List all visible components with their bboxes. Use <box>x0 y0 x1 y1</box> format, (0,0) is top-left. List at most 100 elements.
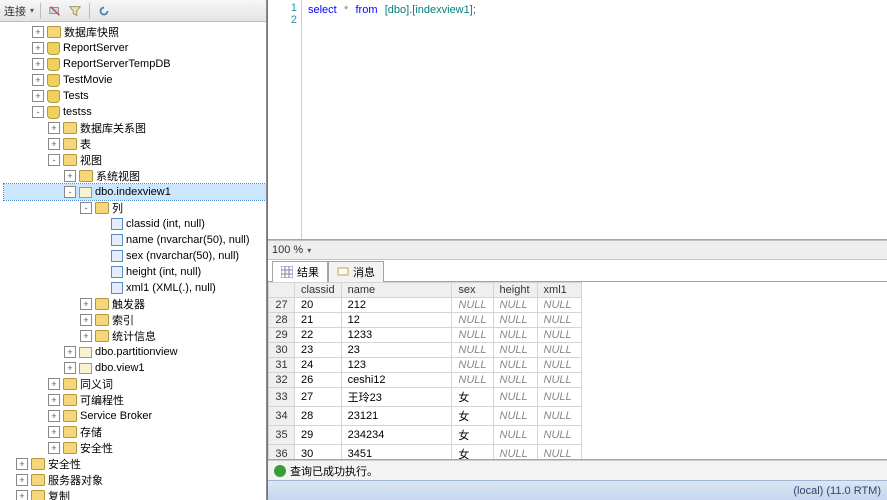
expand-icon[interactable]: + <box>48 442 60 454</box>
cell[interactable]: 3451 <box>341 445 452 461</box>
expand-icon[interactable]: + <box>32 58 44 70</box>
tree-node[interactable]: xml1 (XML(.), null) <box>4 280 266 296</box>
cell[interactable]: NULL <box>452 328 493 343</box>
refresh-icon[interactable] <box>96 3 112 19</box>
expand-icon[interactable]: + <box>48 426 60 438</box>
cell[interactable]: 20 <box>295 298 342 313</box>
cell[interactable]: 234234 <box>341 426 452 445</box>
expand-icon[interactable]: + <box>48 410 60 422</box>
expand-icon[interactable]: + <box>64 170 76 182</box>
cell[interactable]: 29 <box>295 426 342 445</box>
tree-node[interactable]: +表 <box>4 136 266 152</box>
cell[interactable]: 女 <box>452 426 493 445</box>
column-header[interactable]: height <box>493 283 537 298</box>
cell[interactable]: NULL <box>493 358 537 373</box>
expand-icon[interactable]: + <box>48 378 60 390</box>
cell[interactable]: NULL <box>537 426 581 445</box>
cell[interactable]: 22 <box>295 328 342 343</box>
cell[interactable]: NULL <box>493 388 537 407</box>
column-header[interactable]: xml1 <box>537 283 581 298</box>
expand-icon[interactable]: + <box>64 362 76 374</box>
cell[interactable]: 女 <box>452 388 493 407</box>
table-row[interactable]: 29221233NULLNULLNULL <box>269 328 582 343</box>
cell[interactable]: NULL <box>537 358 581 373</box>
table-row[interactable]: 282112NULLNULLNULL <box>269 313 582 328</box>
expand-icon[interactable]: + <box>80 330 92 342</box>
row-header[interactable]: 28 <box>269 313 295 328</box>
collapse-icon[interactable]: - <box>64 186 76 198</box>
cell[interactable]: 23 <box>341 343 452 358</box>
cell[interactable]: 女 <box>452 445 493 461</box>
tab-messages[interactable]: 消息 <box>328 261 384 282</box>
cell[interactable]: NULL <box>537 298 581 313</box>
tree-node[interactable]: +TestMovie <box>4 72 266 88</box>
tree-node[interactable]: -dbo.indexview1 <box>4 184 266 200</box>
collapse-icon[interactable]: - <box>80 202 92 214</box>
expand-icon[interactable]: + <box>48 138 60 150</box>
cell[interactable]: 1233 <box>341 328 452 343</box>
row-header[interactable]: 31 <box>269 358 295 373</box>
zoom-dropdown-icon[interactable]: ▾ <box>307 246 311 255</box>
tree-node[interactable]: name (nvarchar(50), null) <box>4 232 266 248</box>
tree-node[interactable]: +可编程性 <box>4 392 266 408</box>
tree-node[interactable]: classid (int, null) <box>4 216 266 232</box>
connect-label[interactable]: 连接 <box>4 3 26 19</box>
cell[interactable]: NULL <box>493 407 537 426</box>
tree-node[interactable]: -视图 <box>4 152 266 168</box>
column-header[interactable] <box>269 283 295 298</box>
tree-node[interactable]: +安全性 <box>4 456 266 472</box>
tree-node[interactable]: height (int, null) <box>4 264 266 280</box>
column-header[interactable]: classid <box>295 283 342 298</box>
cell[interactable]: NULL <box>452 298 493 313</box>
cell[interactable]: 212 <box>341 298 452 313</box>
cell[interactable]: 27 <box>295 388 342 407</box>
cell[interactable]: NULL <box>452 373 493 388</box>
connect-dropdown-icon[interactable]: ▾ <box>30 6 34 15</box>
sql-editor[interactable]: 12 select * from [dbo].[indexview1]; <box>268 0 887 240</box>
object-tree[interactable]: +数据库快照+ReportServer+ReportServerTempDB+T… <box>0 22 266 500</box>
row-header[interactable]: 35 <box>269 426 295 445</box>
zoom-value[interactable]: 100 % <box>272 244 303 256</box>
cell[interactable]: NULL <box>537 373 581 388</box>
cell[interactable]: NULL <box>452 343 493 358</box>
cell[interactable]: 24 <box>295 358 342 373</box>
disconnect-icon[interactable] <box>47 3 63 19</box>
expand-icon[interactable]: + <box>16 474 28 486</box>
cell[interactable]: NULL <box>493 298 537 313</box>
tree-node[interactable]: +存储 <box>4 424 266 440</box>
cell[interactable]: NULL <box>493 445 537 461</box>
row-header[interactable]: 30 <box>269 343 295 358</box>
filter-icon[interactable] <box>67 3 83 19</box>
expand-icon[interactable]: + <box>80 298 92 310</box>
cell[interactable]: NULL <box>493 373 537 388</box>
row-header[interactable]: 32 <box>269 373 295 388</box>
cell[interactable]: 26 <box>295 373 342 388</box>
cell[interactable]: 23 <box>295 343 342 358</box>
cell[interactable]: NULL <box>493 313 537 328</box>
tree-node[interactable]: -列 <box>4 200 266 216</box>
tree-node[interactable]: +dbo.partitionview <box>4 344 266 360</box>
cell[interactable]: NULL <box>493 343 537 358</box>
row-header[interactable]: 34 <box>269 407 295 426</box>
cell[interactable]: NULL <box>537 343 581 358</box>
cell[interactable]: ceshi12 <box>341 373 452 388</box>
tree-node[interactable]: +触发器 <box>4 296 266 312</box>
tab-results[interactable]: 结果 <box>272 261 328 282</box>
table-row[interactable]: 342823121女NULLNULL <box>269 407 582 426</box>
tree-node[interactable]: +ReportServerTempDB <box>4 56 266 72</box>
cell[interactable]: NULL <box>452 358 493 373</box>
tree-node[interactable]: +安全性 <box>4 440 266 456</box>
collapse-icon[interactable]: - <box>32 106 44 118</box>
collapse-icon[interactable]: - <box>48 154 60 166</box>
cell[interactable]: 123 <box>341 358 452 373</box>
column-header[interactable]: name <box>341 283 452 298</box>
table-row[interactable]: 3124123NULLNULLNULL <box>269 358 582 373</box>
cell[interactable]: NULL <box>537 313 581 328</box>
table-row[interactable]: 3327王玲23女NULLNULL <box>269 388 582 407</box>
tree-node[interactable]: +数据库快照 <box>4 24 266 40</box>
row-header[interactable]: 29 <box>269 328 295 343</box>
expand-icon[interactable]: + <box>32 90 44 102</box>
tree-node[interactable]: +数据库关系图 <box>4 120 266 136</box>
expand-icon[interactable]: + <box>32 74 44 86</box>
tree-node[interactable]: +系统视图 <box>4 168 266 184</box>
